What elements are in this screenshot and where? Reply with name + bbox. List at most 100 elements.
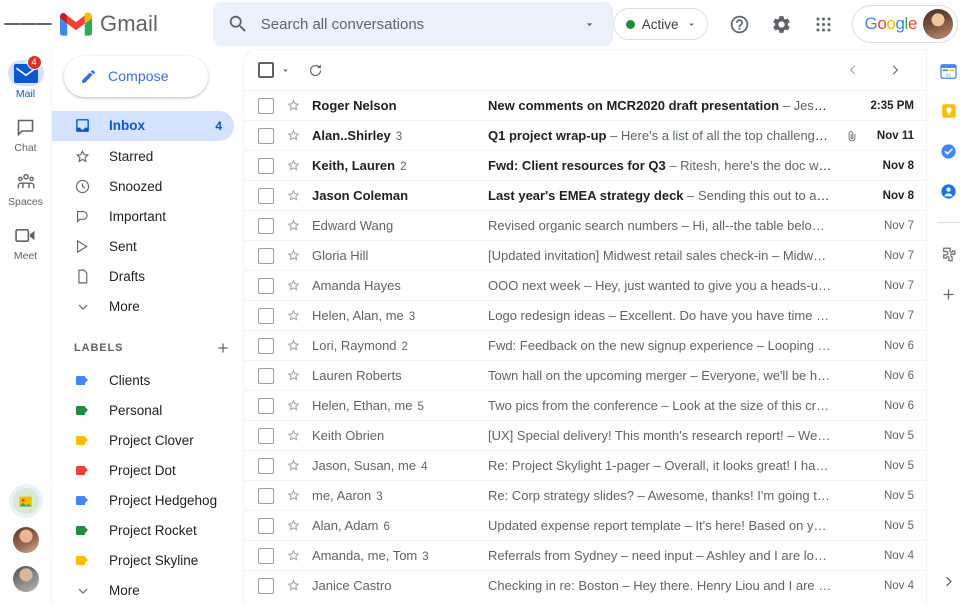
table-row[interactable]: Jason, Susan, me4Re: Project Skylight 1-… <box>244 450 926 480</box>
sidebar-label-project-skyline[interactable]: Project Skyline <box>52 546 234 576</box>
star-icon[interactable] <box>284 457 302 475</box>
table-row[interactable]: Jason ColemanLast year's EMEA strategy d… <box>244 180 926 210</box>
star-icon[interactable] <box>284 247 302 265</box>
keep-icon[interactable] <box>938 100 960 122</box>
rail-item-meet[interactable]: Meet <box>0 216 52 270</box>
table-row[interactable]: Keith Obrien[UX] Special delivery! This … <box>244 420 926 450</box>
sidebar-label-personal[interactable]: Personal <box>52 395 234 425</box>
row-checkbox[interactable] <box>258 488 274 504</box>
table-row[interactable]: Amanda HayesOOO next week – Hey, just wa… <box>244 270 926 300</box>
sidebar-item-more[interactable]: More <box>52 292 234 322</box>
row-checkbox[interactable] <box>258 518 274 534</box>
add-label-button[interactable] <box>212 337 234 359</box>
refresh-button[interactable] <box>298 53 332 87</box>
select-all-checkbox[interactable] <box>258 62 274 78</box>
star-icon[interactable] <box>284 427 302 445</box>
add-panel-button[interactable] <box>938 283 960 305</box>
search-input[interactable] <box>261 16 577 33</box>
table-row[interactable]: Keith, Lauren2Fwd: Client resources for … <box>244 150 926 180</box>
star-icon[interactable] <box>284 97 302 115</box>
sidebar-label-project-dot[interactable]: Project Dot <box>52 455 234 485</box>
star-icon[interactable] <box>284 157 302 175</box>
row-checkbox[interactable] <box>258 548 274 564</box>
select-all-dropdown[interactable] <box>276 61 294 79</box>
avatar-status-3[interactable] <box>13 566 39 592</box>
rail-item-mail[interactable]: 4 Mail <box>0 54 52 108</box>
star-icon[interactable] <box>284 577 302 595</box>
sidebar-label-project-hedgehog[interactable]: Project Hedgehog <box>52 485 234 515</box>
star-icon[interactable] <box>284 217 302 235</box>
newer-button[interactable] <box>836 53 870 87</box>
star-icon[interactable] <box>284 187 302 205</box>
settings-button[interactable] <box>762 4 802 44</box>
table-row[interactable]: Helen, Ethan, me5Two pics from the confe… <box>244 390 926 420</box>
gmail-brand[interactable]: Gmail <box>60 11 205 37</box>
row-checkbox[interactable] <box>258 218 274 234</box>
star-icon[interactable] <box>284 307 302 325</box>
calendar-icon[interactable]: 31 <box>938 60 960 82</box>
star-icon[interactable] <box>284 547 302 565</box>
help-button[interactable] <box>720 4 760 44</box>
table-row[interactable]: Alan..Shirley3Q1 project wrap-up – Here'… <box>244 120 926 150</box>
row-checkbox[interactable] <box>258 428 274 444</box>
star-icon[interactable] <box>284 397 302 415</box>
tasks-icon[interactable] <box>938 140 960 162</box>
main-menu-button[interactable] <box>4 0 52 48</box>
table-row[interactable]: Amanda, me, Tom3Referrals from Sydney – … <box>244 540 926 570</box>
row-checkbox[interactable] <box>258 308 274 324</box>
row-checkbox[interactable] <box>258 158 274 174</box>
table-row[interactable]: Edward WangRevised organic search number… <box>244 210 926 240</box>
rail-item-chat[interactable]: Chat <box>0 108 52 162</box>
row-checkbox[interactable] <box>258 278 274 294</box>
star-icon[interactable] <box>284 487 302 505</box>
expand-panel-button[interactable] <box>936 568 962 594</box>
avatar[interactable] <box>923 9 953 39</box>
row-checkbox[interactable] <box>258 188 274 204</box>
table-row[interactable]: Gloria Hill[Updated invitation] Midwest … <box>244 240 926 270</box>
sidebar-item-sent[interactable]: Sent <box>52 231 234 261</box>
sidebar-item-starred[interactable]: Starred <box>52 141 234 171</box>
star-icon[interactable] <box>284 367 302 385</box>
row-checkbox[interactable] <box>258 98 274 114</box>
star-icon[interactable] <box>284 127 302 145</box>
sidebar-labels-more[interactable]: More <box>52 576 234 606</box>
search-options-button[interactable] <box>577 11 603 37</box>
sidebar-label-clients[interactable]: Clients <box>52 365 234 395</box>
account-button[interactable]: Google <box>852 5 958 43</box>
row-checkbox[interactable] <box>258 248 274 264</box>
older-button[interactable] <box>878 53 912 87</box>
row-checkbox[interactable] <box>258 368 274 384</box>
table-row[interactable]: Lauren RobertsTown hall on the upcoming … <box>244 360 926 390</box>
star-icon[interactable] <box>284 337 302 355</box>
row-checkbox[interactable] <box>258 128 274 144</box>
sidebar-item-snoozed[interactable]: Snoozed <box>52 171 234 201</box>
rail-item-spaces[interactable]: Spaces <box>0 162 52 216</box>
sidebar-item-drafts[interactable]: Drafts <box>52 261 234 291</box>
sidebar-item-inbox[interactable]: Inbox 4 <box>52 111 234 141</box>
search-bar[interactable] <box>213 2 613 46</box>
sidebar-label-project-rocket[interactable]: Project Rocket <box>52 516 234 546</box>
status-button[interactable]: Active <box>613 8 708 40</box>
row-checkbox[interactable] <box>258 398 274 414</box>
subject-cell: OOO next week – Hey, just wanted to give… <box>488 278 840 293</box>
avatar-status-1[interactable] <box>13 488 39 514</box>
row-checkbox[interactable] <box>258 338 274 354</box>
row-checkbox[interactable] <box>258 578 274 594</box>
row-checkbox[interactable] <box>258 458 274 474</box>
avatar-status-2[interactable] <box>13 527 39 553</box>
thread-count: 3 <box>422 551 428 563</box>
puzzle-icon[interactable] <box>938 243 960 265</box>
sidebar-label-project-clover[interactable]: Project Clover <box>52 425 234 455</box>
table-row[interactable]: me, Aaron3Re: Corp strategy slides? – Aw… <box>244 480 926 510</box>
sidebar-item-important[interactable]: Important <box>52 201 234 231</box>
compose-button[interactable]: Compose <box>64 56 208 97</box>
table-row[interactable]: Helen, Alan, me3Logo redesign ideas – Ex… <box>244 300 926 330</box>
table-row[interactable]: Lori, Raymond2Fwd: Feedback on the new s… <box>244 330 926 360</box>
table-row[interactable]: Roger NelsonNew comments on MCR2020 draf… <box>244 90 926 120</box>
table-row[interactable]: Alan, Adam6Updated expense report templa… <box>244 510 926 540</box>
star-icon[interactable] <box>284 517 302 535</box>
google-apps-button[interactable] <box>804 4 844 44</box>
star-icon[interactable] <box>284 277 302 295</box>
table-row[interactable]: Janice CastroChecking in re: Boston – He… <box>244 570 926 600</box>
contacts-icon[interactable] <box>938 180 960 202</box>
